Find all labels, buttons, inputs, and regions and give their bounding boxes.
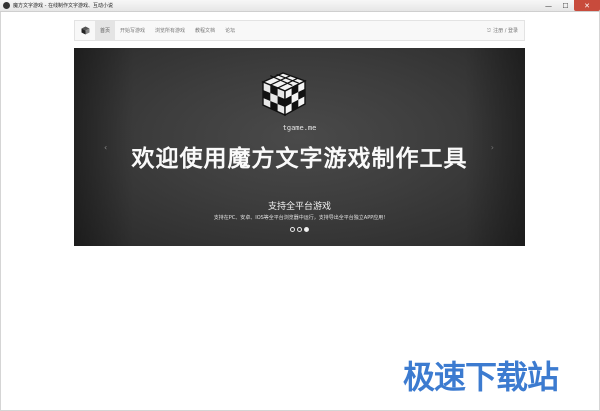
top-navbar: 首页 开始写游戏 浏览所有游戏 教程文档 论坛 ⎋ 注册 / 登录 — [74, 20, 525, 41]
window-controls: — ☐ ✕ — [540, 0, 600, 12]
hero-headline: 欢迎使用魔方文字游戏制作工具 — [131, 146, 468, 172]
logo-text: tgame.me — [282, 124, 317, 132]
nav-item-browse-games[interactable]: 浏览所有游戏 — [150, 21, 190, 40]
rubiks-cube-icon — [261, 72, 307, 117]
carousel-indicator-1[interactable] — [290, 227, 295, 232]
nav-item-forum[interactable]: 论坛 — [220, 21, 240, 40]
watermark-text: 极速下载站 — [403, 358, 559, 396]
hero-description: 支持在PC、安卓、IOS等全平台浏览器中运行，支持导出全平台独立APP应用! — [213, 215, 386, 221]
cube-icon[interactable] — [75, 21, 95, 40]
minimize-button[interactable]: — — [540, 0, 557, 11]
nav-item-start-writing[interactable]: 开始写游戏 — [115, 21, 150, 40]
hero-carousel: tgame.me ‹ 欢迎使用魔方文字游戏制作工具 › 支持全平台游戏 支持在P… — [74, 48, 525, 246]
carousel-next-button[interactable]: › — [491, 143, 494, 152]
hero-subtitle: 支持全平台游戏 — [267, 202, 331, 212]
window-title: 魔方文字游戏 - 在线制作文字游戏、互动小说 — [13, 3, 113, 9]
close-button[interactable]: ✕ — [574, 0, 600, 11]
login-label: 注册 / 登录 — [493, 28, 518, 34]
nav-item-tutorials[interactable]: 教程文档 — [190, 21, 220, 40]
maximize-button[interactable]: ☐ — [557, 0, 574, 11]
app-icon — [3, 2, 10, 9]
login-icon: ⎋ — [487, 27, 492, 34]
carousel-indicator-3[interactable] — [304, 227, 309, 232]
carousel-indicators — [74, 227, 525, 232]
login-link[interactable]: ⎋ 注册 / 登录 — [487, 27, 524, 35]
carousel-indicator-2[interactable] — [297, 227, 302, 232]
window-titlebar: 魔方文字游戏 - 在线制作文字游戏、互动小说 — ☐ ✕ — [0, 0, 600, 12]
nav-item-home[interactable]: 首页 — [95, 21, 116, 40]
